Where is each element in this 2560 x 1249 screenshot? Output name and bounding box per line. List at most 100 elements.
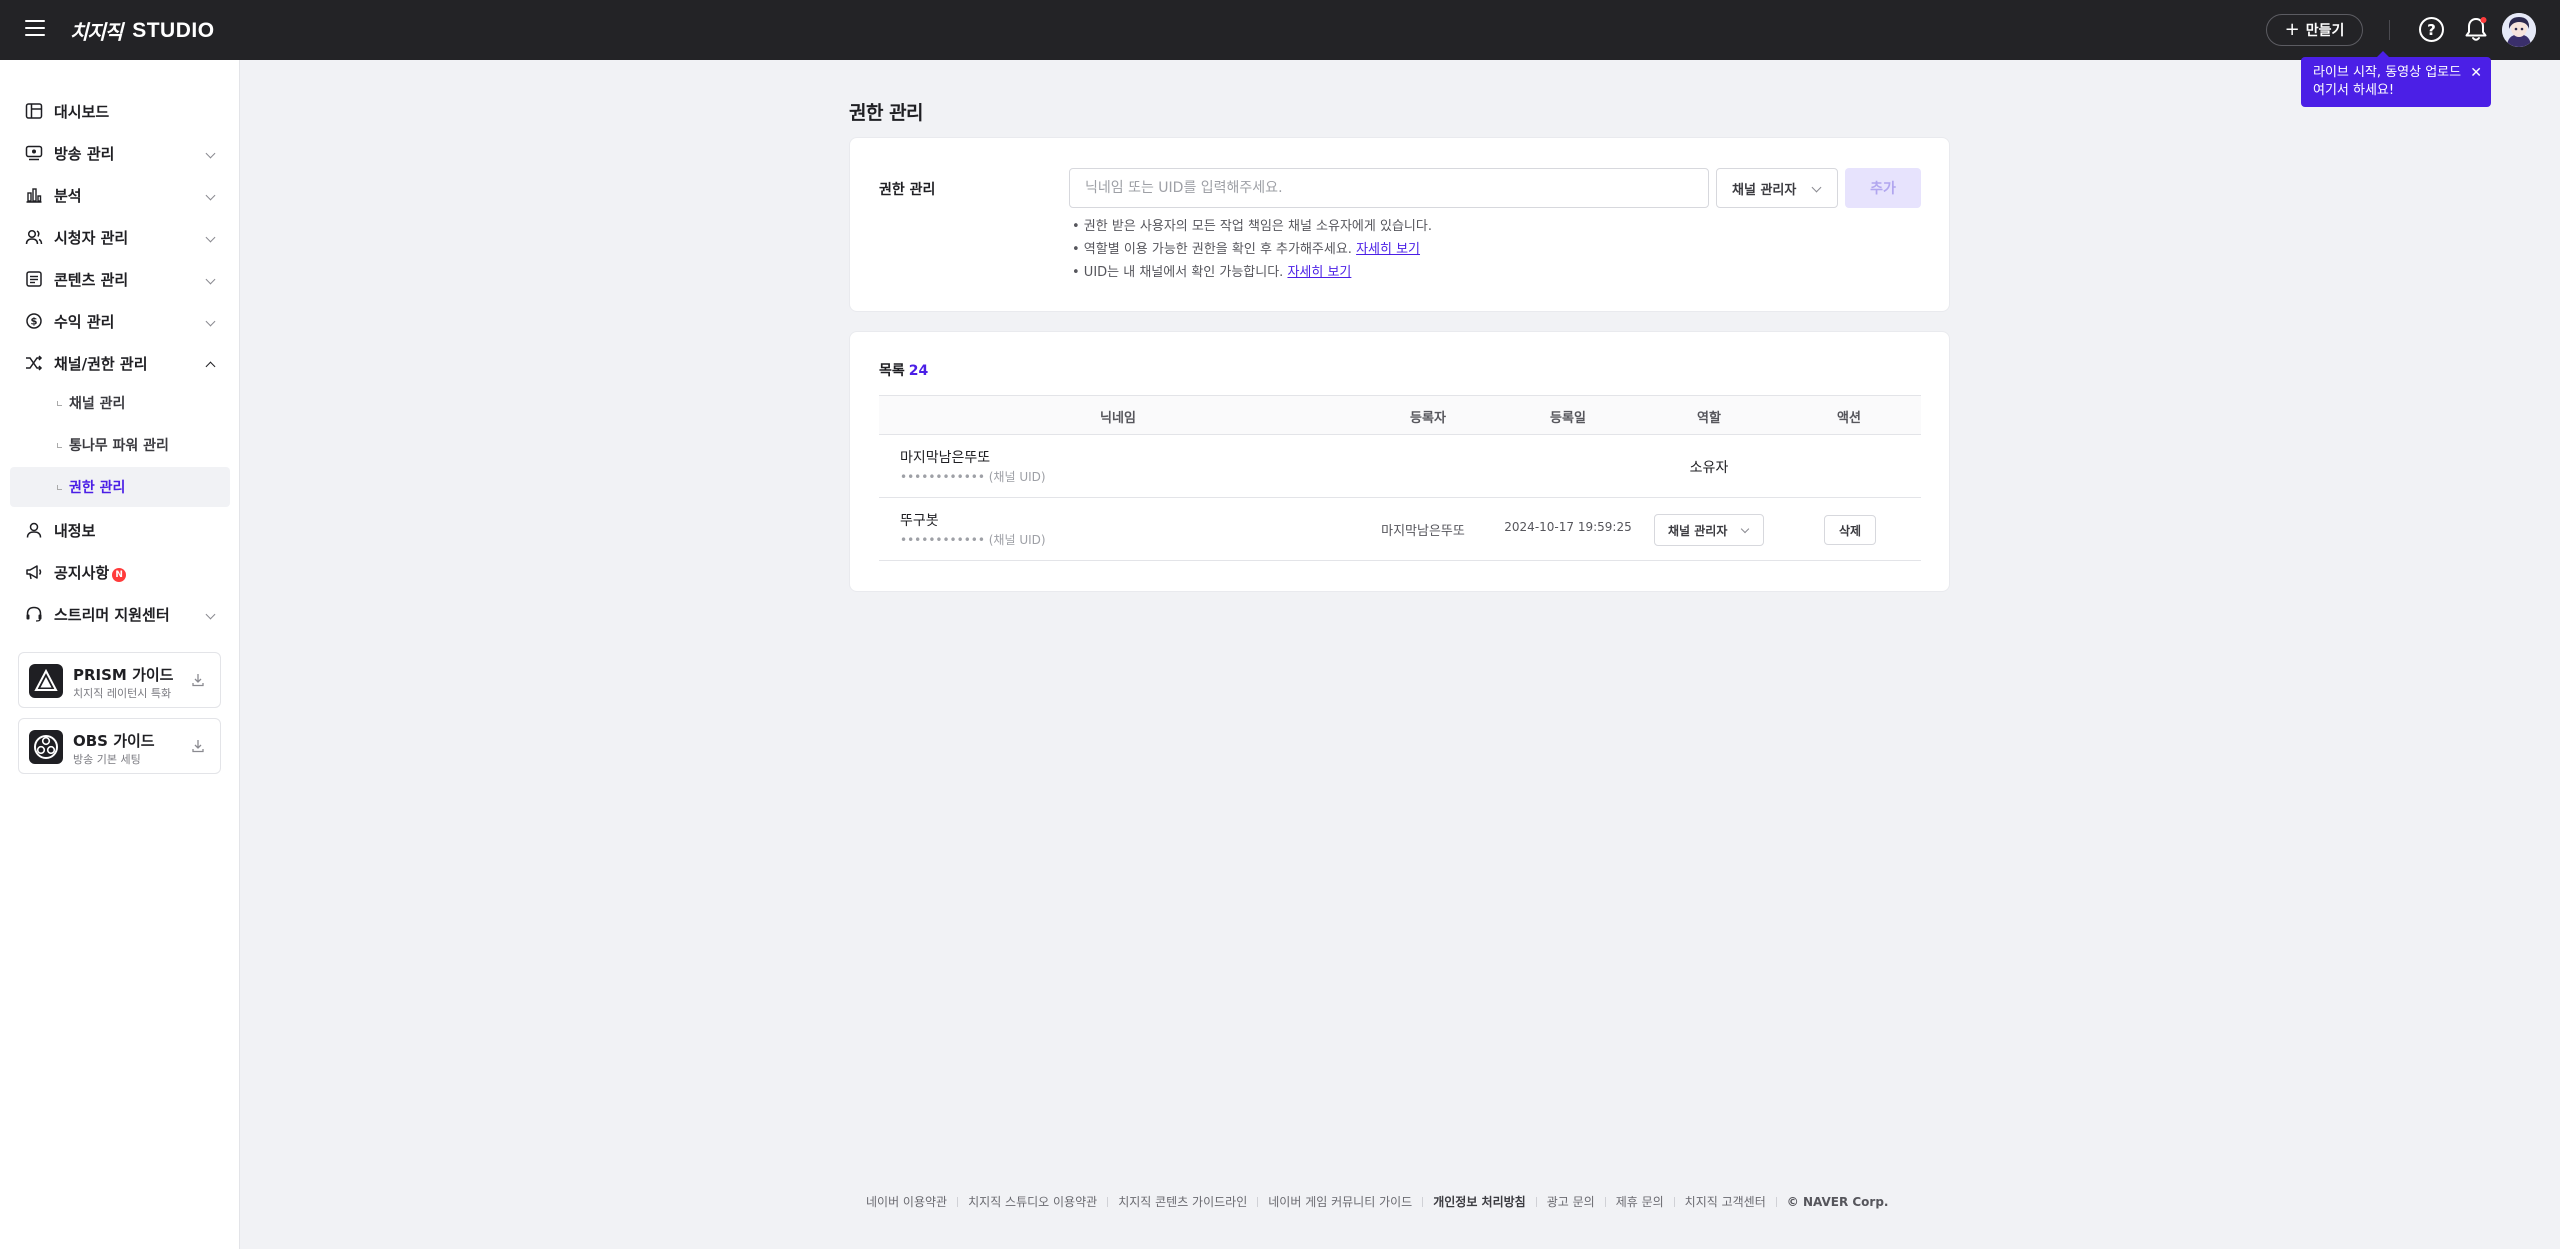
column-header-role: 역할 (1697, 411, 1721, 426)
tree-branch-icon (57, 485, 62, 490)
revenue-icon: $ (26, 313, 42, 329)
footer-divider (1775, 1196, 1777, 1207)
download-icon[interactable] (191, 673, 205, 687)
table-row: 뚜구봇 •••••••••••• (채널 UID) 마지막남은뚜또 2024-1… (879, 498, 1921, 561)
note-text: • 역할별 이용 가능한 권한을 확인 후 추가해주세요. (1072, 242, 1352, 257)
notification-dot (2480, 17, 2487, 23)
footer-link-partnership[interactable]: 제휴 문의 (1616, 1193, 1664, 1210)
sidebar-item-dashboard[interactable]: 대시보드 (10, 91, 230, 131)
footer-link-privacy[interactable]: 개인정보 처리방침 (1433, 1193, 1526, 1210)
row-uid: •••••••••••• (채널 UID) (900, 470, 1046, 484)
note-line: • 권한 받은 사용자의 모든 작업 책임은 채널 소유자에게 있습니다. (1072, 215, 1432, 238)
sidebar-item-channel-permission[interactable]: 채널/권한 관리 (10, 343, 230, 383)
nickname-uid-input[interactable] (1069, 168, 1709, 208)
tree-branch-icon (57, 401, 62, 406)
plus-icon: + (2284, 19, 2300, 40)
sidebar-subitem-log-power[interactable]: 통나무 파워 관리 (10, 425, 230, 465)
viewer-icon (25, 229, 43, 245)
tooltip-line-1: 라이브 시작, 동영상 업로드 (2313, 65, 2462, 80)
menu-icon[interactable] (25, 20, 45, 36)
footer-divider (1535, 1196, 1537, 1207)
broadcast-icon (25, 145, 43, 161)
shuffle-icon (26, 355, 43, 371)
list-label: 목록 24 (879, 360, 928, 380)
headset-icon (26, 606, 42, 622)
guide-subtitle: 치지직 레이턴시 특화 (73, 687, 172, 700)
tree-branch-icon (57, 443, 62, 448)
sidebar-item-label: 방송 관리 (54, 144, 115, 163)
prism-guide-card[interactable]: PRISM 가이드 치지직 레이턴시 특화 (18, 652, 221, 708)
footer-link-naver-terms[interactable]: 네이버 이용약관 (866, 1193, 947, 1210)
help-icon[interactable]: ? (2419, 17, 2444, 42)
sidebar-item-my-info[interactable]: 내정보 (10, 510, 230, 550)
sidebar-item-label: 시청자 관리 (54, 228, 129, 247)
sidebar-item-viewers[interactable]: 시청자 관리 (10, 217, 230, 257)
chevron-down-icon (205, 316, 216, 327)
studio-logo[interactable]: 치지직 STUDIO (70, 16, 215, 45)
tooltip-line-2: 여기서 하세요! (2313, 83, 2395, 98)
sidebar-item-label: 공지사항 (54, 563, 110, 582)
chevron-up-icon (205, 361, 216, 372)
footer-divider (1604, 1196, 1606, 1207)
sidebar-subitem-permission[interactable]: 권한 관리 (10, 467, 230, 507)
logo-studio-text: STUDIO (132, 18, 215, 42)
top-header: 치지직 STUDIO + 만들기 ? (0, 0, 2560, 60)
row-registrar: 마지막남은뚜또 (1381, 524, 1465, 539)
row-role: 소유자 (1689, 460, 1729, 476)
analytics-icon (26, 188, 42, 203)
logo-mark: 치지직 (70, 20, 123, 44)
page-title: 권한 관리 (849, 102, 924, 124)
sidebar-subitem-label: 통나무 파워 관리 (69, 438, 169, 454)
sidebar-item-label: 채널/권한 관리 (54, 354, 148, 373)
note-line: • UID는 내 채널에서 확인 가능합니다. 자세히 보기 (1072, 261, 1432, 284)
row-nickname: 뚜구봇 (900, 513, 939, 529)
footer-link-community-guide[interactable]: 네이버 게임 커뮤니티 가이드 (1268, 1193, 1412, 1210)
footer-link-studio-terms[interactable]: 치지직 스튜디오 이용약관 (968, 1193, 1097, 1210)
row-nickname: 마지막남은뚜또 (900, 450, 991, 466)
chevron-down-icon (205, 274, 216, 285)
prism-logo-icon (29, 664, 63, 698)
sidebar-item-label-wrap: 공지사항 N (54, 562, 127, 583)
role-select[interactable]: 채널 관리자 (1716, 168, 1838, 208)
list-count: 24 (908, 363, 929, 379)
footer-link-ad-inquiry[interactable]: 광고 문의 (1547, 1193, 1595, 1210)
new-badge: N (112, 567, 127, 582)
add-button[interactable]: 추가 (1845, 168, 1921, 208)
chevron-down-icon (205, 148, 216, 159)
sidebar-item-content[interactable]: 콘텐츠 관리 (10, 259, 230, 299)
permission-form-card: 권한 관리 채널 관리자 추가 • 권한 받은 사용자의 모든 작업 책임은 채… (849, 137, 1950, 312)
delete-button[interactable]: 삭제 (1824, 515, 1876, 545)
close-icon[interactable]: ✕ (2470, 64, 2482, 82)
sidebar-subitem-channel[interactable]: 채널 관리 (10, 383, 230, 423)
row-date: 2024-10-17 19:59:25 (1504, 520, 1632, 534)
sidebar-item-broadcast[interactable]: 방송 관리 (10, 133, 230, 173)
dashboard-icon (25, 103, 43, 119)
sidebar-item-analytics[interactable]: 분석 (10, 175, 230, 215)
bell-icon[interactable] (2463, 15, 2489, 43)
guide-title: OBS 가이드 (73, 732, 155, 750)
table-row: 마지막남은뚜또 •••••••••••• (채널 UID) 소유자 (879, 435, 1921, 498)
guide-title: PRISM 가이드 (73, 666, 174, 684)
sidebar-item-support[interactable]: 스트리머 지원센터 (10, 594, 230, 634)
footer-divider (1257, 1196, 1259, 1207)
create-button[interactable]: + 만들기 (2266, 14, 2363, 46)
chevron-down-icon (205, 190, 216, 201)
sidebar-item-notice[interactable]: 공지사항 N (10, 552, 230, 592)
download-icon[interactable] (191, 739, 205, 753)
footer-link-support[interactable]: 치지직 고객센터 (1685, 1193, 1766, 1210)
footer-divider (957, 1196, 959, 1207)
column-header-nickname: 닉네임 (1100, 411, 1136, 426)
column-header-date: 등록일 (1550, 411, 1586, 426)
footer-divider (1673, 1196, 1675, 1207)
sidebar-item-revenue[interactable]: $ 수익 관리 (10, 301, 230, 341)
note-line: • 역할별 이용 가능한 권한을 확인 후 추가해주세요. 자세히 보기 (1072, 238, 1432, 261)
role-details-link[interactable]: 자세히 보기 (1356, 242, 1420, 257)
uid-details-link[interactable]: 자세히 보기 (1287, 265, 1351, 280)
row-role-select[interactable]: 채널 관리자 (1654, 514, 1764, 546)
sidebar-item-label: 분석 (54, 186, 82, 205)
avatar[interactable] (2502, 13, 2536, 47)
obs-guide-card[interactable]: OBS 가이드 방송 기본 세팅 (18, 718, 221, 774)
chevron-down-icon (205, 609, 216, 620)
note-text: • UID는 내 채널에서 확인 가능합니다. (1072, 265, 1284, 280)
footer-link-content-guideline[interactable]: 치지직 콘텐츠 가이드라인 (1118, 1193, 1247, 1210)
